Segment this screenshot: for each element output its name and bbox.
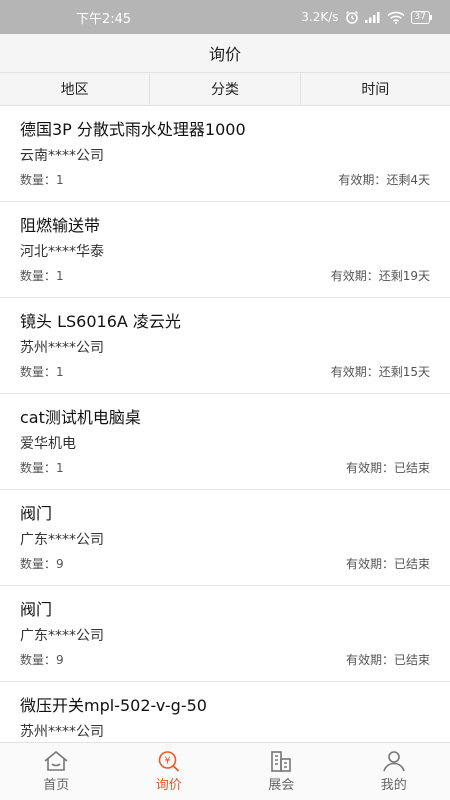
- item-company: 广东****公司: [20, 628, 104, 644]
- status-bar: 下午2:45 3.2K/s 37: [0, 0, 450, 34]
- item-validity: 有效期：已结束: [345, 461, 430, 475]
- network-speed: 3.2K/s: [301, 10, 339, 24]
- list-item[interactable]: 微压开关mpl-502-v-g-50 苏州****公司: [0, 682, 450, 742]
- tab-exhibition[interactable]: 展会: [225, 743, 338, 800]
- tab-profile[interactable]: 我的: [338, 743, 450, 800]
- status-time: 下午2:45: [76, 11, 132, 27]
- filter-category[interactable]: 分类: [150, 73, 301, 105]
- item-quantity: 数量：9: [20, 653, 64, 667]
- inquiry-list: 德国3P 分散式雨水处理器1000 云南****公司 数量：1 有效期：还剩4天…: [0, 106, 450, 742]
- item-title: 阻燃输送带: [20, 216, 101, 235]
- list-item[interactable]: cat测试机电脑桌 爱华机电 数量：1 有效期：已结束: [0, 394, 450, 490]
- tab-inquiry[interactable]: ¥ 询价: [113, 743, 226, 800]
- filter-bar: 地区 分类 时间: [0, 72, 450, 106]
- item-meta: 数量：1 有效期：还剩19天: [20, 268, 430, 284]
- wifi-icon: [387, 11, 405, 24]
- item-title: 阀门: [20, 600, 53, 619]
- alarm-icon: [345, 10, 359, 24]
- item-title: 镜头 LS6016A 凌云光: [20, 312, 181, 331]
- item-company: 爱华机电: [20, 436, 76, 452]
- svg-text:¥: ¥: [164, 756, 170, 767]
- list-item[interactable]: 德国3P 分散式雨水处理器1000 云南****公司 数量：1 有效期：还剩4天: [0, 106, 450, 202]
- item-quantity: 数量：1: [20, 269, 64, 283]
- battery-icon: 37: [410, 10, 433, 24]
- item-company: 云南****公司: [20, 148, 104, 164]
- item-validity: 有效期：还剩15天: [330, 365, 430, 379]
- item-meta: 数量：1 有效期：还剩4天: [20, 172, 430, 188]
- item-company: 广东****公司: [20, 532, 104, 548]
- tab-home-label: 首页: [43, 778, 70, 793]
- list-item[interactable]: 阻燃输送带 河北****华泰 数量：1 有效期：还剩19天: [0, 202, 450, 298]
- item-meta: 数量：9 有效期：已结束: [20, 652, 430, 668]
- item-meta: 数量：9 有效期：已结束: [20, 556, 430, 572]
- item-quantity: 数量：9: [20, 557, 64, 571]
- profile-icon: [381, 750, 407, 772]
- filter-region[interactable]: 地区: [0, 73, 151, 105]
- status-icons: 3.2K/s 37: [301, 10, 433, 24]
- item-validity: 有效期：还剩19天: [330, 269, 430, 283]
- item-meta: 数量：1 有效期：已结束: [20, 460, 430, 476]
- inquiry-icon: ¥: [156, 750, 182, 772]
- item-validity: 有效期：还剩4天: [338, 173, 430, 187]
- item-quantity: 数量：1: [20, 461, 64, 475]
- tab-exhibition-label: 展会: [268, 778, 295, 793]
- item-title: 德国3P 分散式雨水处理器1000: [20, 120, 246, 139]
- item-title: cat测试机电脑桌: [20, 408, 141, 427]
- tab-profile-label: 我的: [380, 778, 407, 793]
- item-title: 微压开关mpl-502-v-g-50: [20, 696, 207, 715]
- item-company: 苏州****公司: [20, 724, 104, 740]
- item-title: 阀门: [20, 504, 53, 523]
- item-validity: 有效期：已结束: [345, 653, 430, 667]
- item-quantity: 数量：1: [20, 173, 64, 187]
- page-title: 询价: [208, 45, 241, 64]
- list-item[interactable]: 阀门 广东****公司 数量：9 有效期：已结束: [0, 490, 450, 586]
- filter-time[interactable]: 时间: [301, 73, 450, 105]
- tab-inquiry-label: 询价: [155, 778, 182, 793]
- list-item[interactable]: 阀门 广东****公司 数量：9 有效期：已结束: [0, 586, 450, 682]
- list-item[interactable]: 镜头 LS6016A 凌云光 苏州****公司 数量：1 有效期：还剩15天: [0, 298, 450, 394]
- item-validity: 有效期：已结束: [345, 557, 430, 571]
- bottom-tab-bar: 首页 ¥ 询价 展会 我的: [0, 742, 450, 800]
- item-company: 河北****华泰: [20, 244, 104, 260]
- item-company: 苏州****公司: [20, 340, 104, 356]
- item-meta: 数量：1 有效期：还剩15天: [20, 364, 430, 380]
- signal-icon: [364, 11, 381, 23]
- tab-home[interactable]: 首页: [0, 743, 113, 800]
- item-quantity: 数量：1: [20, 365, 64, 379]
- home-icon: [43, 750, 69, 772]
- exhibition-icon: [268, 750, 294, 772]
- page-header: 询价: [0, 34, 450, 72]
